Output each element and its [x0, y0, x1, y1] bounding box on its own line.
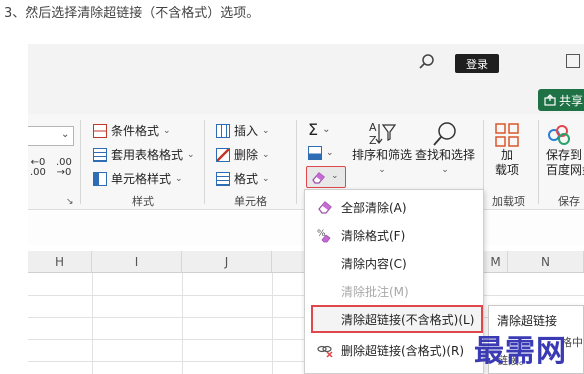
chevron-down-icon: ⌄ [322, 124, 331, 135]
menu-item-remove-hyperlinks[interactable]: 删除超链接(含格式)(R) [305, 336, 483, 364]
chevron-down-icon: ⌄ [61, 129, 70, 140]
decrease-decimal-icon[interactable]: .00 →0 [56, 158, 72, 178]
magnifier-icon [433, 122, 456, 146]
eraser-icon [318, 201, 332, 214]
watermark-logo: 最需网 [474, 334, 567, 369]
menu-item-label: 清除超链接(不含格式)(L) [341, 312, 475, 327]
find-select-button[interactable]: 查找和选择 ⌄ [415, 120, 475, 178]
conditional-format-label: 条件格式 [111, 124, 160, 138]
title-bar [28, 44, 584, 84]
conditional-format-button[interactable]: 条件格式 ⌄ [93, 122, 171, 139]
insert-button[interactable]: 插入 ⌄ [216, 122, 270, 139]
sort-filter-label: 排序和筛选 [352, 148, 413, 162]
column-header-h[interactable]: H [28, 251, 92, 273]
menu-item-label: 全部清除(A) [341, 200, 407, 215]
menu-item-label: 清除内容(C) [341, 256, 407, 271]
share-label: 共享 [559, 93, 584, 108]
search-icon[interactable] [418, 53, 436, 71]
clear-format-icon: % [317, 229, 331, 243]
find-select-label: 查找和选择 [415, 148, 476, 162]
cell-styles-button[interactable]: 单元格样式 ⌄ [93, 170, 183, 187]
menu-item-label: 删除超链接(含格式)(R) [341, 343, 465, 358]
instruction-caption: 3、然后选择清除超链接（不含格式）选项。 [4, 6, 260, 21]
autosum-button[interactable]: Σ ⌄ [308, 120, 331, 139]
menu-item-label: 清除格式(F) [341, 228, 406, 243]
dialog-launcher-icon[interactable]: ↘ [66, 197, 74, 207]
login-button[interactable]: 登录 [455, 54, 499, 73]
eraser-icon [312, 172, 325, 184]
window-restore-icon[interactable] [566, 54, 580, 68]
format-as-table-button[interactable]: 套用表格格式 ⌄ [93, 146, 195, 163]
column-header-i[interactable]: I [92, 251, 182, 273]
share-bar [28, 84, 584, 114]
column-header-m[interactable]: M [484, 251, 508, 273]
increase-decimal-icon[interactable]: ←0.00 [30, 158, 46, 178]
svg-text:Z: Z [369, 134, 377, 147]
format-label: 格式 [234, 172, 259, 186]
chevron-down-icon: ⌄ [163, 125, 171, 136]
table-format-icon [93, 147, 107, 162]
column-gridline [182, 273, 183, 374]
chevron-down-icon: ⌄ [441, 165, 449, 175]
clear-button[interactable]: ⌄ [306, 166, 346, 188]
save-group-label: 保存 [558, 195, 580, 208]
chevron-down-icon: ⌄ [187, 149, 195, 160]
ribbon-separator [538, 120, 539, 204]
menu-item-label: 清除批注(M) [341, 284, 409, 299]
menu-item-clear-all[interactable]: 全部清除(A) [305, 193, 483, 221]
clear-dropdown-menu: 全部清除(A) % 清除格式(F) 清除内容(C) 清除批注(M) 清除超链接(… [304, 189, 484, 374]
insert-label: 插入 [234, 124, 259, 138]
cloud-icon [548, 125, 570, 145]
delete-cells-icon [216, 147, 230, 162]
chevron-down-icon: ⌄ [262, 125, 270, 136]
addins-button[interactable]: 加 载项 [494, 122, 520, 178]
cell-styles-label: 单元格样式 [111, 172, 172, 186]
share-button[interactable]: 共享 [538, 89, 584, 111]
addins-label-line1: 加 [500, 148, 513, 162]
addins-group-label: 加载项 [492, 195, 525, 208]
delete-button[interactable]: 删除 ⌄ [216, 146, 270, 163]
chevron-down-icon: ⌄ [262, 173, 270, 184]
chevron-down-icon: ⌄ [331, 171, 339, 181]
styles-group-label: 样式 [132, 195, 154, 208]
cells-group-label: 单元格 [234, 195, 267, 208]
chevron-down-icon: ⌄ [378, 165, 386, 175]
format-as-table-label: 套用表格格式 [111, 148, 184, 162]
sum-icon: Σ [308, 120, 319, 139]
chevron-down-icon: ⌄ [175, 173, 183, 184]
addins-grid-icon [495, 123, 519, 147]
menu-item-clear-formats[interactable]: % 清除格式(F) [305, 221, 483, 249]
chevron-down-icon: ⌄ [326, 148, 334, 158]
save-to-label-line1: 保存到 [546, 148, 583, 162]
column-header-n[interactable]: N [508, 251, 584, 273]
sort-filter-button[interactable]: A Z 排序和筛选 ⌄ [352, 120, 412, 178]
cell-styles-icon [93, 171, 107, 186]
column-gridline [272, 273, 273, 374]
fill-down-icon [308, 146, 322, 160]
ribbon-separator [296, 120, 297, 204]
insert-cells-icon [216, 123, 230, 138]
share-icon [544, 94, 556, 106]
fill-button[interactable]: ⌄ [308, 146, 334, 160]
ribbon-separator [204, 120, 205, 204]
svg-text:A: A [369, 121, 377, 134]
format-button[interactable]: 格式 ⌄ [216, 170, 270, 187]
delete-label: 删除 [234, 148, 259, 162]
remove-link-icon [317, 345, 333, 358]
ribbon-separator [80, 120, 81, 204]
sort-filter-icon: A Z [369, 121, 397, 147]
menu-item-clear-contents[interactable]: 清除内容(C) [305, 249, 483, 277]
column-header-j[interactable]: J [182, 251, 272, 273]
save-to-label-line2: 百度网盘 [546, 163, 584, 177]
conditional-format-icon [93, 123, 107, 138]
menu-item-clear-hyperlinks[interactable]: 清除超链接(不含格式)(L) [311, 305, 483, 333]
save-to-baidu-button[interactable]: 保存到 百度网盘 [546, 122, 584, 178]
chevron-down-icon: ⌄ [262, 149, 270, 160]
column-gridline [92, 273, 93, 374]
addins-label-line2: 载项 [494, 163, 519, 177]
menu-item-clear-comments: 清除批注(M) [305, 277, 483, 305]
format-cells-icon [216, 171, 230, 186]
